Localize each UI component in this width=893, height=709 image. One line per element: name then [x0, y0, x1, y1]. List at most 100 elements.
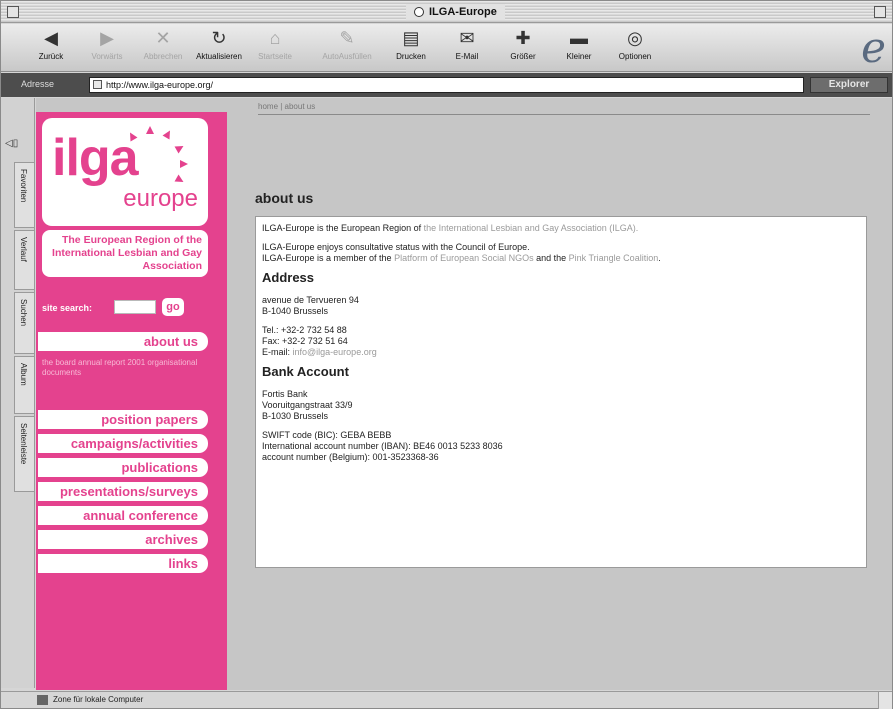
- tab-search-label: Suchen: [19, 299, 28, 327]
- ilga-link[interactable]: the International Lesbian and Gay Associ…: [424, 223, 639, 233]
- forward-button[interactable]: ▶ Vorwärts: [79, 28, 135, 61]
- bank-line: B-1030 Brussels: [262, 411, 329, 421]
- status-text-1: ILGA-Europe enjoys consultative status w…: [262, 242, 530, 252]
- bank-line: Fortis Bank: [262, 389, 308, 399]
- tab-sidebar[interactable]: Seitenleiste: [14, 416, 34, 492]
- account-number: account number (Belgium): 001-3523368-36: [262, 452, 439, 462]
- site-sidebar: ilga europe The European Region of the I…: [36, 112, 227, 690]
- mail-label: E-Mail: [455, 52, 479, 61]
- larger-label: Größer: [510, 52, 536, 61]
- smaller-label: Kleiner: [566, 52, 592, 61]
- stop-icon: ✕: [155, 28, 171, 48]
- bank-address: Fortis Bank Vooruitgangstraat 33/9 B-103…: [262, 389, 860, 422]
- contact-block: Tel.: +32-2 732 54 88 Fax: +32-2 732 51 …: [262, 325, 860, 358]
- nav-archives[interactable]: archives: [38, 530, 208, 549]
- resize-handle[interactable]: [878, 692, 892, 709]
- logo-star-icon: [146, 126, 154, 134]
- swift-code: SWIFT code (BIC): GEBA BEBB: [262, 430, 392, 440]
- mail-button[interactable]: ✉ E-Mail: [439, 28, 495, 61]
- stop-label: Abbrechen: [143, 52, 183, 61]
- web-page: ilga europe The European Region of the I…: [36, 98, 892, 690]
- nav-annual-conference[interactable]: annual conference: [38, 506, 208, 525]
- back-button[interactable]: ◀ Zurück: [23, 28, 79, 61]
- phone-number: Tel.: +32-2 732 54 88: [262, 325, 347, 335]
- ilga-logo[interactable]: ilga europe: [42, 118, 208, 226]
- ie-logo-icon: e: [861, 23, 886, 72]
- breadcrumb[interactable]: home | about us: [258, 102, 315, 111]
- browser-window: ILGA-Europe ◀ Zurück ▶ Vorwärts ✕ Abbrec…: [0, 0, 893, 709]
- stop-button[interactable]: ✕ Abbrechen: [135, 28, 191, 61]
- address-input[interactable]: http://www.ilga-europe.org/: [89, 77, 804, 93]
- about-submenu[interactable]: the board annual report 2001 organisatio…: [42, 358, 202, 378]
- nav-campaigns-activities[interactable]: campaigns/activities: [38, 434, 208, 453]
- content-box: ILGA-Europe is the European Region of th…: [255, 216, 867, 568]
- nav-presentations-surveys[interactable]: presentations/surveys: [38, 482, 208, 501]
- search-input[interactable]: [114, 300, 156, 314]
- status-text-2: ILGA-Europe is a member of the: [262, 253, 395, 263]
- tab-favorites[interactable]: Favoriten: [14, 162, 34, 228]
- search-label: site search:: [42, 303, 93, 313]
- email-link[interactable]: info@ilga-europe.org: [293, 347, 377, 357]
- nav-publications[interactable]: publications: [38, 458, 208, 477]
- back-arrow-icon: ◀: [44, 28, 58, 48]
- nav-links[interactable]: links: [38, 554, 208, 573]
- status-mid-text: and the: [533, 253, 569, 263]
- print-icon: ▤: [402, 28, 420, 48]
- smaller-text-button[interactable]: ▬ Kleiner: [551, 28, 607, 61]
- status-bar: Zone für lokale Computer: [1, 691, 892, 709]
- pink-triangle-link[interactable]: Pink Triangle Coalition: [569, 253, 659, 263]
- globe-icon: [414, 7, 424, 17]
- address-block: avenue de Tervueren 94 B-1040 Brussels: [262, 295, 860, 317]
- options-label: Optionen: [618, 52, 652, 61]
- address-line: B-1040 Brussels: [262, 306, 329, 316]
- address-label: Adresse: [21, 79, 55, 89]
- home-label: Startseite: [258, 52, 292, 61]
- address-bar: Adresse http://www.ilga-europe.org/ Expl…: [1, 73, 892, 97]
- fax-number: Fax: +32-2 732 51 64: [262, 336, 348, 346]
- refresh-icon: ↻: [211, 28, 227, 48]
- refresh-label: Aktualisieren: [196, 52, 242, 61]
- explorer-bar-tabs: ◁▯ Favoriten Verlauf Suchen Album Seiten…: [1, 98, 35, 688]
- nav-about-us[interactable]: about us: [38, 332, 208, 351]
- iban-number: International account number (IBAN): BE4…: [262, 441, 503, 451]
- intro-text: ILGA-Europe is the European Region of: [262, 223, 424, 233]
- window-title: ILGA-Europe: [429, 6, 497, 18]
- logo-star-icon: [174, 174, 186, 186]
- window-title-wrap: ILGA-Europe: [406, 4, 505, 20]
- home-icon: ⌂: [269, 28, 281, 48]
- tab-album[interactable]: Album: [14, 356, 34, 414]
- forward-label: Vorwärts: [91, 52, 123, 61]
- tab-search[interactable]: Suchen: [14, 292, 34, 354]
- explorer-go-button[interactable]: Explorer: [810, 77, 888, 93]
- collapse-arrow-icon[interactable]: ◁▯: [5, 138, 23, 152]
- print-label: Drucken: [396, 52, 426, 61]
- address-line: avenue de Tervueren 94: [262, 295, 359, 305]
- bank-heading: Bank Account: [262, 364, 349, 379]
- social-ngos-link[interactable]: Platform of European Social NGOs: [394, 253, 534, 263]
- bank-line: Vooruitgangstraat 33/9: [262, 400, 353, 410]
- close-box-icon[interactable]: [7, 6, 19, 18]
- address-url: http://www.ilga-europe.org/: [106, 80, 214, 90]
- minus-icon: ▬: [570, 28, 588, 48]
- tab-history[interactable]: Verlauf: [14, 230, 34, 290]
- refresh-button[interactable]: ↻ Aktualisieren: [191, 28, 247, 61]
- logo-star-icon: [162, 128, 174, 140]
- logo-star-icon: [174, 142, 186, 154]
- status-end-text: .: [658, 253, 661, 263]
- zoom-box-icon[interactable]: [874, 6, 886, 18]
- search-go-button[interactable]: go: [162, 298, 184, 316]
- site-search: site search: go: [40, 298, 210, 318]
- home-button[interactable]: ⌂ Startseite: [247, 28, 303, 61]
- tab-album-label: Album: [19, 363, 28, 386]
- title-bar[interactable]: ILGA-Europe: [1, 1, 892, 23]
- address-heading: Address: [262, 270, 315, 285]
- options-button[interactable]: ◎ Optionen: [607, 28, 663, 61]
- logo-star-icon: [180, 160, 188, 168]
- zone-icon: [37, 695, 48, 705]
- intro-paragraph: ILGA-Europe is the European Region of th…: [262, 223, 860, 234]
- nav-position-papers[interactable]: position papers: [38, 410, 208, 429]
- print-button[interactable]: ▤ Drucken: [383, 28, 439, 61]
- autofill-button[interactable]: ✎ AutoAusfüllen: [319, 28, 375, 61]
- larger-text-button[interactable]: ✚ Größer: [495, 28, 551, 61]
- page-title: about us: [255, 190, 314, 206]
